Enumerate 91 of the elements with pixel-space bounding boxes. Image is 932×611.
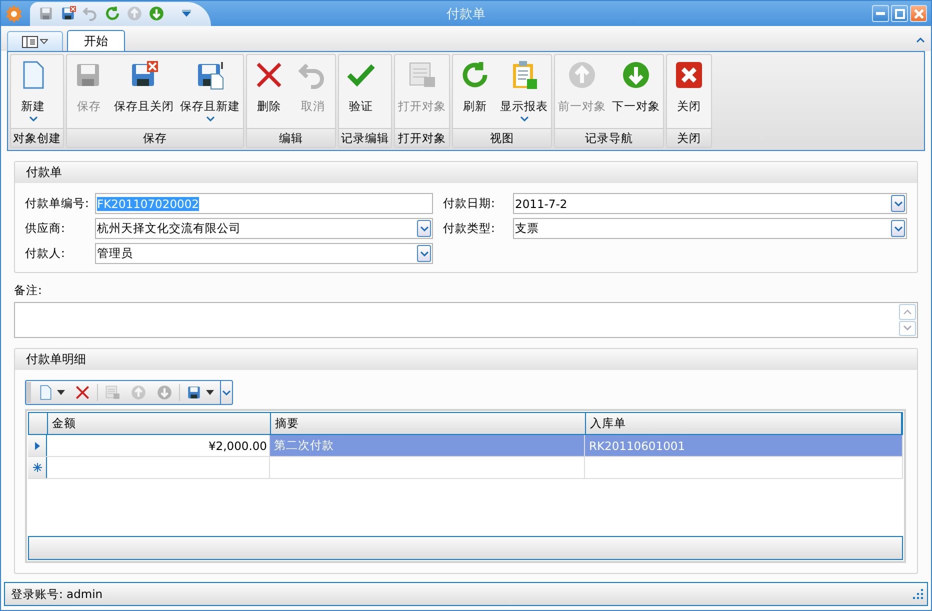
- minimize-icon: [876, 12, 885, 15]
- up-icon: [130, 384, 147, 401]
- chevron-down-icon: [222, 390, 231, 396]
- ribbon-button[interactable]: 关闭: [667, 55, 711, 128]
- group-label: 记录编辑: [339, 128, 391, 147]
- panel-icon: [22, 36, 38, 48]
- customize-icon[interactable]: [182, 10, 191, 17]
- field-label: 备注:: [14, 283, 43, 298]
- ribbon-button[interactable]: 新建: [11, 55, 55, 128]
- asterisk-icon: [32, 463, 42, 472]
- down-icon: [620, 59, 652, 91]
- field-label: 付款类型:: [443, 221, 496, 236]
- up-icon: [566, 59, 598, 91]
- ribbon-button[interactable]: 下一对象: [609, 55, 663, 128]
- gear-icon[interactable]: [4, 4, 24, 24]
- group-label: 记录导航: [555, 128, 663, 147]
- dropdown-button[interactable]: [417, 245, 431, 262]
- dropdown-field[interactable]: 支票: [513, 218, 907, 239]
- open-icon: [104, 384, 121, 401]
- caret-icon: [206, 390, 214, 395]
- ribbon-button[interactable]: 刷新: [453, 55, 497, 128]
- maximize-button[interactable]: [891, 5, 908, 22]
- group-label: 打开对象: [395, 128, 449, 147]
- ribbon-button[interactable]: 显示报表: [497, 55, 551, 128]
- group-label: 对象创建: [11, 128, 63, 147]
- group-label: 视图: [453, 128, 551, 147]
- save-icon: [186, 384, 203, 401]
- chevron-down-icon: [894, 200, 902, 206]
- table-cell: RK20110601001: [585, 435, 903, 456]
- dropdown-button[interactable]: [891, 195, 905, 212]
- scroll-up-button[interactable]: [899, 304, 916, 320]
- status-text: 登录账号: admin: [11, 586, 103, 602]
- close-button[interactable]: [910, 5, 927, 22]
- field-label: 供应商:: [25, 221, 66, 236]
- maximize-icon: [894, 8, 904, 18]
- chevron-down-icon: [903, 325, 912, 332]
- column-header[interactable]: 摘要: [271, 413, 586, 434]
- notes-field[interactable]: [14, 302, 918, 338]
- column-header[interactable]: 入库单: [586, 413, 902, 434]
- row-header[interactable]: [28, 435, 47, 456]
- table-row[interactable]: ¥2,000.00 第二次付款 RK20110601001: [28, 435, 903, 457]
- resize-grip-icon[interactable]: [913, 589, 923, 599]
- chevron-down-icon: [420, 226, 428, 232]
- scroll-down-button[interactable]: [899, 320, 916, 336]
- undo-icon: [82, 5, 99, 22]
- dropdown-field[interactable]: 杭州天择文化交流有限公司: [95, 218, 433, 239]
- table-cell: 第二次付款: [270, 435, 585, 456]
- refresh-icon: [104, 5, 121, 22]
- field-label: 付款日期:: [443, 196, 496, 211]
- dropdown-field[interactable]: 管理员: [95, 243, 433, 264]
- chevron-up-icon: [903, 308, 912, 315]
- chevron-down-icon: [206, 116, 214, 122]
- row-pointer-icon: [34, 442, 40, 450]
- chevron-down-icon: [894, 226, 902, 232]
- caret-icon: [57, 390, 65, 395]
- panel-header: 付款单: [15, 162, 917, 183]
- save-close-icon: [60, 5, 77, 22]
- up-icon: [126, 5, 143, 22]
- dropdown-button[interactable]: [417, 220, 431, 237]
- save-icon: [38, 5, 55, 22]
- ribbon-button[interactable]: 验证: [339, 55, 383, 128]
- ribbon-button[interactable]: 保存且关闭: [111, 55, 177, 128]
- collapse-icon[interactable]: [916, 37, 925, 43]
- minimize-button[interactable]: [872, 5, 889, 22]
- ribbon-button[interactable]: 删除: [247, 55, 291, 128]
- group-label: 保存: [67, 128, 243, 147]
- group-label: 关闭: [667, 128, 711, 147]
- delete-icon: [74, 384, 91, 401]
- row-header[interactable]: [28, 457, 47, 478]
- toolbar-grip[interactable]: [26, 382, 31, 403]
- close-icon: [914, 8, 924, 18]
- chevron-down-icon: [520, 116, 528, 122]
- ribbon-tab[interactable]: 开始: [67, 30, 125, 51]
- dropdown-field[interactable]: 2011-7-2: [513, 193, 907, 214]
- chevron-down-icon: [28, 116, 38, 122]
- field-label: 付款人:: [25, 246, 66, 261]
- close-icon: [673, 59, 705, 91]
- chevron-down-icon: [420, 250, 428, 256]
- ribbon-button[interactable]: 保存且新建: [177, 55, 243, 128]
- toolbar-button[interactable]: [60, 5, 77, 22]
- caret-icon: [40, 39, 48, 44]
- down-icon: [148, 5, 165, 22]
- application-menu-button[interactable]: [7, 31, 63, 51]
- field-label: 付款单编号:: [25, 196, 90, 211]
- column-header[interactable]: 金额: [48, 413, 271, 434]
- down-icon: [156, 384, 173, 401]
- dropdown-button[interactable]: [891, 220, 905, 237]
- overflow-button[interactable]: [220, 381, 232, 404]
- window-title: 付款单: [446, 6, 486, 22]
- group-label: 编辑: [247, 128, 335, 147]
- panel-header: 付款单明细: [15, 349, 917, 370]
